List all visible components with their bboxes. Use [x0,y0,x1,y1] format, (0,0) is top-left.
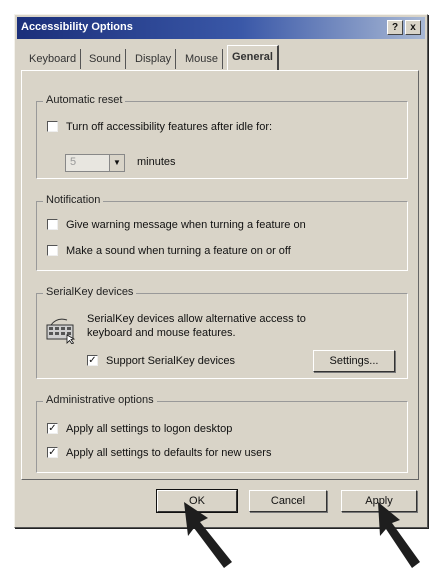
accessibility-options-dialog: Accessibility Options ? x Keyboard Sound… [14,14,428,528]
logon-desktop-checkbox[interactable]: ✓ [47,422,58,434]
support-serialkey-row[interactable]: ✓ Support SerialKey devices [87,354,235,368]
notification-title: Notification [43,194,104,206]
tab-general[interactable]: General [227,45,279,71]
settings-button[interactable]: Settings... [313,350,395,372]
serialkey-description-line1: SerialKey devices allow alternative acce… [87,313,306,325]
automatic-reset-title: Automatic reset [43,94,126,106]
cancel-button[interactable]: Cancel [249,490,327,512]
title-bar[interactable]: Accessibility Options ? x [17,17,425,39]
window-title: Accessibility Options [21,21,133,33]
pointer-arrow-icon [378,502,420,568]
serialkey-group: SerialKey devices SerialKey devices allo… [36,286,408,379]
administrative-options-title: Administrative options [43,394,157,406]
new-users-defaults-row[interactable]: ✓ Apply all settings to defaults for new … [47,446,271,460]
minutes-label: minutes [137,156,176,168]
tab-mouse[interactable]: Mouse [181,49,224,69]
pointer-arrow-icon [184,502,232,568]
notification-group: Notification Give warning message when t… [36,194,408,271]
new-users-defaults-label: Apply all settings to defaults for new u… [66,447,272,459]
warning-message-label: Give warning message when turning a feat… [66,219,306,231]
close-button[interactable]: x [405,20,421,35]
idle-reset-row[interactable]: Turn off accessibility features after id… [47,120,272,134]
logon-desktop-row[interactable]: ✓ Apply all settings to logon desktop [47,422,232,436]
idle-minutes-value: 5 [70,156,77,168]
help-button[interactable]: ? [387,20,403,35]
tab-keyboard[interactable]: Keyboard [25,49,82,69]
serialkey-description-line2: keyboard and mouse features. [87,327,236,339]
idle-reset-label: Turn off accessibility features after id… [66,121,273,133]
tab-sound[interactable]: Sound [85,49,126,69]
support-serialkey-label: Support SerialKey devices [106,355,236,367]
tab-display[interactable]: Display [131,49,177,69]
warning-message-checkbox[interactable] [47,218,58,230]
automatic-reset-group: Automatic reset Turn off accessibility f… [36,94,408,179]
serialkey-description: SerialKey devices allow alternative acce… [87,312,306,340]
new-users-defaults-checkbox[interactable]: ✓ [47,446,58,458]
idle-minutes-spinner[interactable]: 5 ▼ [65,154,125,172]
idle-reset-checkbox[interactable] [47,120,58,132]
warning-message-row[interactable]: Give warning message when turning a feat… [47,218,306,232]
general-tab-panel: Automatic reset Turn off accessibility f… [21,70,419,480]
feature-sound-row[interactable]: Make a sound when turning a feature on o… [47,244,291,258]
feature-sound-label: Make a sound when turning a feature on o… [66,245,291,257]
serialkey-device-icon [46,318,76,344]
logon-desktop-label: Apply all settings to logon desktop [66,423,233,435]
support-serialkey-checkbox[interactable]: ✓ [87,354,98,366]
administrative-options-group: Administrative options ✓ Apply all settin… [36,394,408,473]
serialkey-title: SerialKey devices [43,286,137,298]
tab-strip: Keyboard Sound Display Mouse General [21,45,421,71]
chevron-down-icon[interactable]: ▼ [109,155,124,171]
feature-sound-checkbox[interactable] [47,244,58,256]
